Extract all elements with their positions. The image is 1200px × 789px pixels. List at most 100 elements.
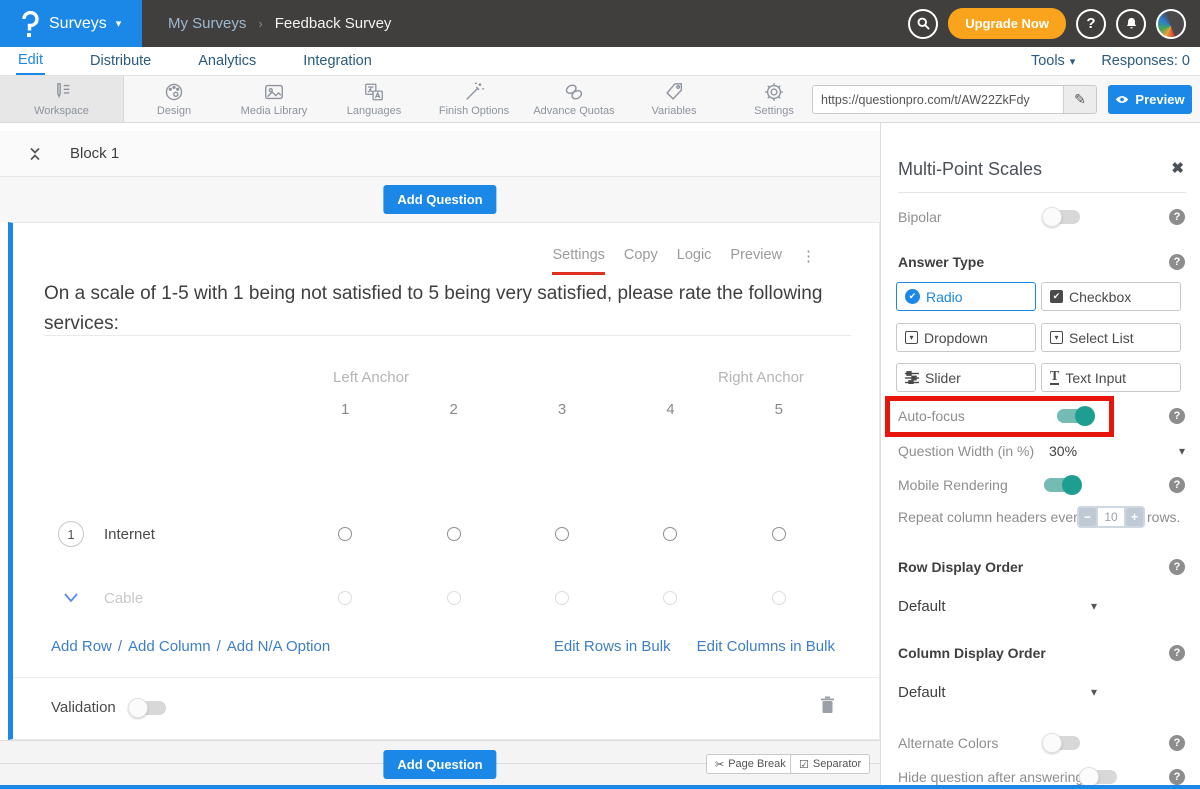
radio-option[interactable] [772,527,786,541]
stepper-minus-button[interactable]: − [1079,508,1096,526]
search-button[interactable] [908,9,938,39]
kebab-menu-icon[interactable]: ⋮ [801,247,816,264]
toolbar-item-finish-options[interactable]: Finish Options [424,76,524,122]
toolbar-item-variables[interactable]: Variables [624,76,724,122]
right-anchor-label[interactable]: Right Anchor [673,369,849,386]
help-icon[interactable]: ? [1169,735,1185,751]
survey-link-field: ✎ [812,85,1097,114]
radio-option[interactable] [555,527,569,541]
stepper-plus-button[interactable]: + [1126,508,1143,526]
add-row-link[interactable]: Add Row [51,638,112,655]
auto-focus-toggle[interactable] [1057,409,1093,423]
radio-option[interactable] [447,527,461,541]
help-icon[interactable]: ? [1169,559,1185,575]
help-icon[interactable]: ? [1169,209,1185,225]
edit-url-button[interactable]: ✎ [1063,86,1096,113]
answer-type-checkbox[interactable]: ✔ Checkbox [1041,282,1181,311]
alternate-colors-toggle[interactable] [1044,736,1080,750]
row-label-cable[interactable]: Cable [104,590,143,607]
toolbar-item-advance-quotas[interactable]: Advance Quotas [524,76,624,122]
radio-option[interactable] [338,527,352,541]
row-expand-chevron-icon[interactable] [63,592,79,604]
upgrade-now-button[interactable]: Upgrade Now [948,8,1066,39]
row-display-order-select[interactable]: Default ▾ [881,595,1200,617]
answer-type-radio[interactable]: ✔ Radio [896,282,1036,311]
collapse-block-icon[interactable] [28,147,42,161]
question-width-value[interactable]: 30% [1049,443,1077,459]
column-header[interactable]: 2 [449,401,457,418]
panel-title: Multi-Point Scales [898,159,1042,180]
answer-type-slider[interactable]: Slider [896,363,1036,392]
answer-type-text-input[interactable]: T Text Input [1041,363,1181,392]
radio-option[interactable] [772,591,786,605]
survey-url-input[interactable] [813,86,1063,113]
separator-button[interactable]: ☑ Separator [790,754,870,774]
question-mark-icon: ? [1086,15,1095,32]
radio-option[interactable] [555,591,569,605]
close-icon[interactable]: ✖ [1171,159,1184,177]
validation-row: Validation [51,696,835,719]
tab-integration[interactable]: Integration [301,47,374,75]
tab-edit[interactable]: Edit [16,47,45,75]
help-icon[interactable]: ? [1169,477,1185,493]
radio-option[interactable] [338,591,352,605]
toolbar-item-workspace[interactable]: Workspace [0,76,124,122]
tab-distribute[interactable]: Distribute [88,47,153,75]
help-icon[interactable]: ? [1169,645,1185,661]
question-tab-settings[interactable]: Settings [552,247,604,275]
stepper-value-input[interactable] [1098,508,1124,526]
add-column-link[interactable]: Add Column [128,638,211,655]
help-button[interactable]: ? [1076,9,1106,39]
breadcrumb-parent[interactable]: My Surveys [168,15,246,32]
answer-type-select-list[interactable]: ▾ Select List [1041,323,1181,352]
question-width-row[interactable]: Question Width (in %) 30% ▾ [881,440,1200,462]
question-tab-copy[interactable]: Copy [624,247,658,272]
question-tab-preview[interactable]: Preview [730,247,782,272]
product-menu[interactable]: Surveys ▾ [0,0,142,47]
responses-count[interactable]: Responses: 0 [1101,53,1190,69]
tools-menu[interactable]: Tools▾ [1031,53,1075,69]
survey-builder-app: Surveys ▾ My Surveys › Feedback Survey U… [0,0,1200,789]
add-question-button[interactable]: Add Question [383,185,496,214]
page-break-button[interactable]: ✂ Page Break [706,754,795,774]
radio-option[interactable] [447,591,461,605]
add-na-option-link[interactable]: Add N/A Option [227,638,330,655]
add-question-button-bottom[interactable]: Add Question [383,750,496,779]
row-label-internet[interactable]: Internet [104,526,155,543]
column-header[interactable]: 1 [341,401,349,418]
tab-analytics[interactable]: Analytics [196,47,258,75]
help-icon[interactable]: ? [1169,254,1185,270]
left-anchor-label[interactable]: Left Anchor [283,369,459,386]
mobile-rendering-toggle[interactable] [1044,478,1080,492]
validation-label: Validation [51,699,116,716]
notifications-button[interactable] [1116,9,1146,39]
preview-button[interactable]: Preview [1108,85,1192,114]
column-header[interactable]: 5 [775,401,783,418]
toolbar-item-media-library[interactable]: Media Library [224,76,324,122]
edit-columns-bulk-link[interactable]: Edit Columns in Bulk [697,638,835,655]
hide-question-toggle[interactable] [1081,770,1117,784]
bipolar-toggle[interactable] [1044,210,1080,224]
media-library-icon [263,81,285,103]
auto-focus-row: Auto-focus ? [881,405,1200,427]
validation-toggle[interactable] [130,701,166,715]
radio-option[interactable] [663,591,677,605]
answer-type-dropdown[interactable]: ▾ Dropdown [896,323,1036,352]
column-header[interactable]: 3 [558,401,566,418]
avatar[interactable] [1156,9,1186,39]
toolbar-item-languages[interactable]: Languages [324,76,424,122]
block-title[interactable]: Block 1 [70,145,119,162]
edit-rows-bulk-link[interactable]: Edit Rows in Bulk [554,638,671,655]
help-icon[interactable]: ? [1169,769,1185,785]
column-display-order-select[interactable]: Default ▾ [881,681,1200,703]
toolbar-item-settings[interactable]: Settings [724,76,824,122]
pencil-icon: ✎ [1074,91,1086,108]
question-tab-logic[interactable]: Logic [677,247,712,272]
toolbar-item-design[interactable]: Design [124,76,224,122]
help-icon[interactable]: ? [1169,408,1185,424]
delete-question-button[interactable] [820,696,835,719]
column-header[interactable]: 4 [666,401,674,418]
question-text[interactable]: On a scale of 1-5 with 1 being not satis… [44,279,844,339]
chevron-down-icon: ▾ [1091,685,1097,699]
radio-option[interactable] [663,527,677,541]
